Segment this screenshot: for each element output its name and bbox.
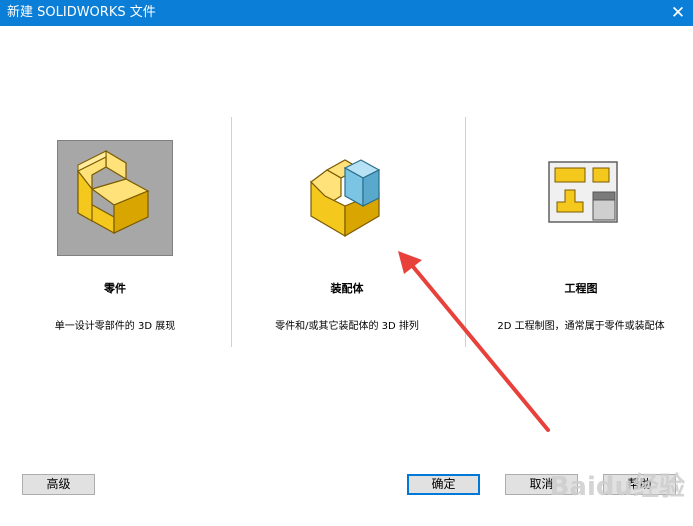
assembly-icon[interactable]	[289, 140, 405, 256]
ok-button[interactable]: 确定	[407, 474, 480, 495]
option-label: 零件	[104, 282, 126, 295]
close-button[interactable]: ✕	[663, 0, 693, 26]
option-description: 2D 工程制图，通常属于零件或装配体	[497, 321, 665, 332]
option-drawing[interactable]: 工程图 2D 工程制图，通常属于零件或装配体	[466, 120, 693, 350]
option-description: 零件和/或其它装配体的 3D 排列	[275, 321, 419, 332]
title-bar: 新建 SOLIDWORKS 文件 ✕	[0, 0, 693, 26]
drawing-icon[interactable]	[523, 140, 639, 256]
option-part[interactable]: 零件 单一设计零部件的 3D 展现	[0, 120, 230, 350]
cancel-button[interactable]: 取消	[505, 474, 578, 495]
option-assembly[interactable]: 装配体 零件和/或其它装配体的 3D 排列	[232, 120, 462, 350]
part-icon[interactable]	[57, 140, 173, 256]
option-label: 工程图	[564, 282, 598, 295]
option-description: 单一设计零部件的 3D 展现	[54, 321, 176, 332]
advanced-button[interactable]: 高级	[22, 474, 95, 495]
help-button[interactable]: 帮助	[603, 474, 676, 495]
option-label: 装配体	[330, 282, 364, 295]
window-title: 新建 SOLIDWORKS 文件	[7, 5, 156, 20]
